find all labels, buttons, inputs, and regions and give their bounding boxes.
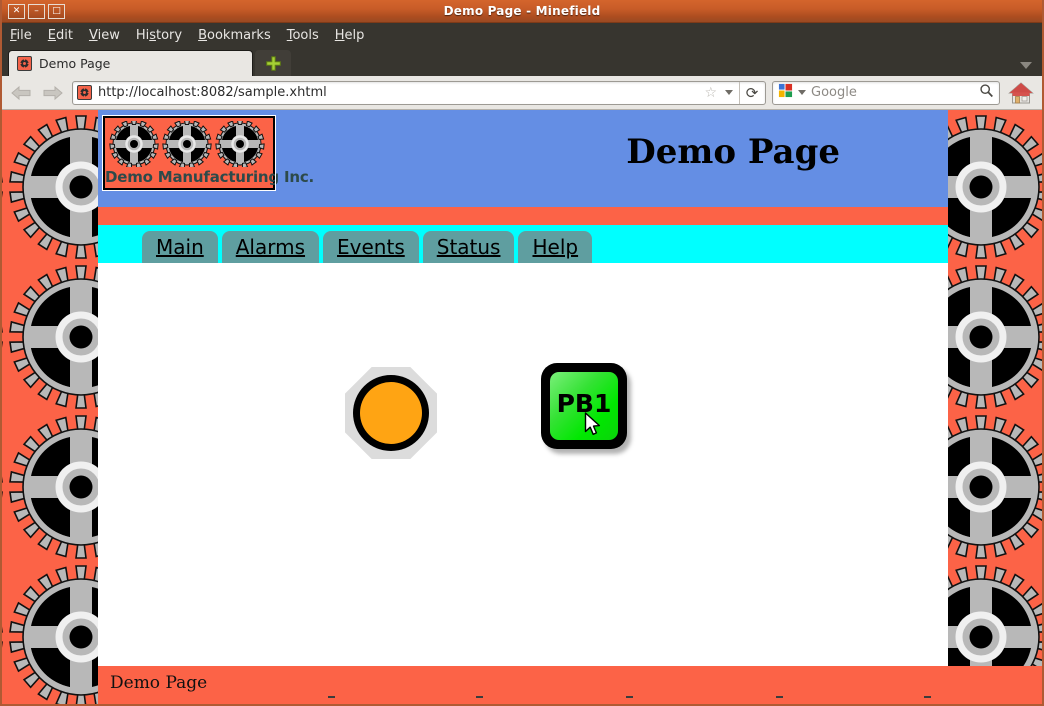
- forward-button[interactable]: [40, 80, 66, 106]
- home-button[interactable]: [1006, 79, 1036, 107]
- footer-tick: [476, 696, 483, 698]
- footer-tick: [776, 696, 783, 698]
- nav-tab-events[interactable]: Events: [323, 231, 419, 263]
- browser-window: ✕ – □ Demo Page - Minefield File Edit Vi…: [0, 0, 1044, 706]
- footer-tick: [328, 696, 335, 698]
- search-bar[interactable]: Google: [772, 81, 1000, 105]
- page-header: Demo Manufacturing Inc. Demo Page: [98, 110, 948, 207]
- indicator-light[interactable]: [345, 367, 437, 459]
- maximize-button[interactable]: □: [48, 4, 65, 19]
- search-input[interactable]: Google: [811, 85, 974, 100]
- url-text[interactable]: http://localhost:8082/sample.xhtml: [98, 85, 698, 100]
- nav-tab-label: Alarms: [236, 235, 305, 259]
- menu-file[interactable]: File: [10, 28, 32, 43]
- tab-title: Demo Page: [39, 56, 110, 71]
- bookmark-star-icon[interactable]: ☆: [704, 85, 719, 101]
- header-separator: [98, 207, 948, 225]
- site-identity-icon[interactable]: [77, 85, 92, 100]
- nav-tab-label: Main: [156, 235, 204, 259]
- logo-company-name: Demo Manufacturing Inc.: [105, 168, 273, 186]
- browser-tab-demo-page[interactable]: Demo Page: [8, 50, 253, 76]
- company-logo: Demo Manufacturing Inc.: [103, 116, 275, 190]
- nav-tab-main[interactable]: Main: [142, 231, 218, 263]
- chevron-down-icon[interactable]: [725, 90, 733, 95]
- gear-favicon-icon: [17, 56, 32, 71]
- search-icon[interactable]: [979, 83, 994, 102]
- page-footer: Demo Page: [98, 666, 1042, 704]
- footer-tick: [924, 696, 931, 698]
- mouse-cursor: [584, 412, 602, 442]
- menu-tools[interactable]: Tools: [287, 28, 319, 43]
- nav-tab-alarms[interactable]: Alarms: [222, 231, 319, 263]
- page-nav-bar: Main Alarms Events Status Help: [98, 225, 948, 263]
- tab-list-menu-icon[interactable]: [1020, 62, 1032, 69]
- window-controls: ✕ – □: [2, 4, 65, 19]
- nav-tab-status[interactable]: Status: [423, 231, 515, 263]
- hmi-canvas: PB1: [98, 263, 948, 666]
- indicator-lamp: [360, 382, 422, 444]
- close-button[interactable]: ✕: [8, 4, 25, 19]
- new-tab-button[interactable]: [255, 50, 291, 76]
- google-logo-icon[interactable]: [778, 83, 793, 102]
- logo-gears-icon: [105, 118, 273, 168]
- back-button[interactable]: [8, 80, 34, 106]
- nav-tab-label: Help: [532, 235, 578, 259]
- window-title: Demo Page - Minefield: [2, 4, 1042, 18]
- navigation-toolbar: http://localhost:8082/sample.xhtml ☆ ⟳ G…: [2, 76, 1042, 110]
- page-body: Demo Manufacturing Inc. Demo Page Main A…: [98, 110, 948, 666]
- nav-tab-label: Events: [337, 235, 405, 259]
- push-button-pb1[interactable]: PB1: [541, 363, 627, 449]
- footer-label: Demo Page: [110, 673, 207, 693]
- menu-bar: File Edit View History Bookmarks Tools H…: [2, 23, 1042, 48]
- menu-history[interactable]: History: [136, 28, 182, 43]
- tab-bar: Demo Page: [2, 48, 1042, 76]
- nav-tab-label: Status: [437, 235, 501, 259]
- page-title: Demo Page: [626, 132, 840, 172]
- menu-view[interactable]: View: [89, 28, 120, 43]
- address-bar[interactable]: http://localhost:8082/sample.xhtml ☆ ⟳: [72, 81, 766, 105]
- nav-tab-help[interactable]: Help: [518, 231, 592, 263]
- menu-bookmarks[interactable]: Bookmarks: [198, 28, 271, 43]
- search-engine-chevron-icon[interactable]: [798, 90, 806, 95]
- page-viewport: Demo Manufacturing Inc. Demo Page Main A…: [2, 110, 1042, 704]
- reload-icon[interactable]: ⟳: [739, 82, 761, 104]
- title-bar: ✕ – □ Demo Page - Minefield: [2, 0, 1042, 23]
- footer-tick: [626, 696, 633, 698]
- minimize-button[interactable]: –: [28, 4, 45, 19]
- menu-help[interactable]: Help: [335, 28, 365, 43]
- menu-edit[interactable]: Edit: [48, 28, 73, 43]
